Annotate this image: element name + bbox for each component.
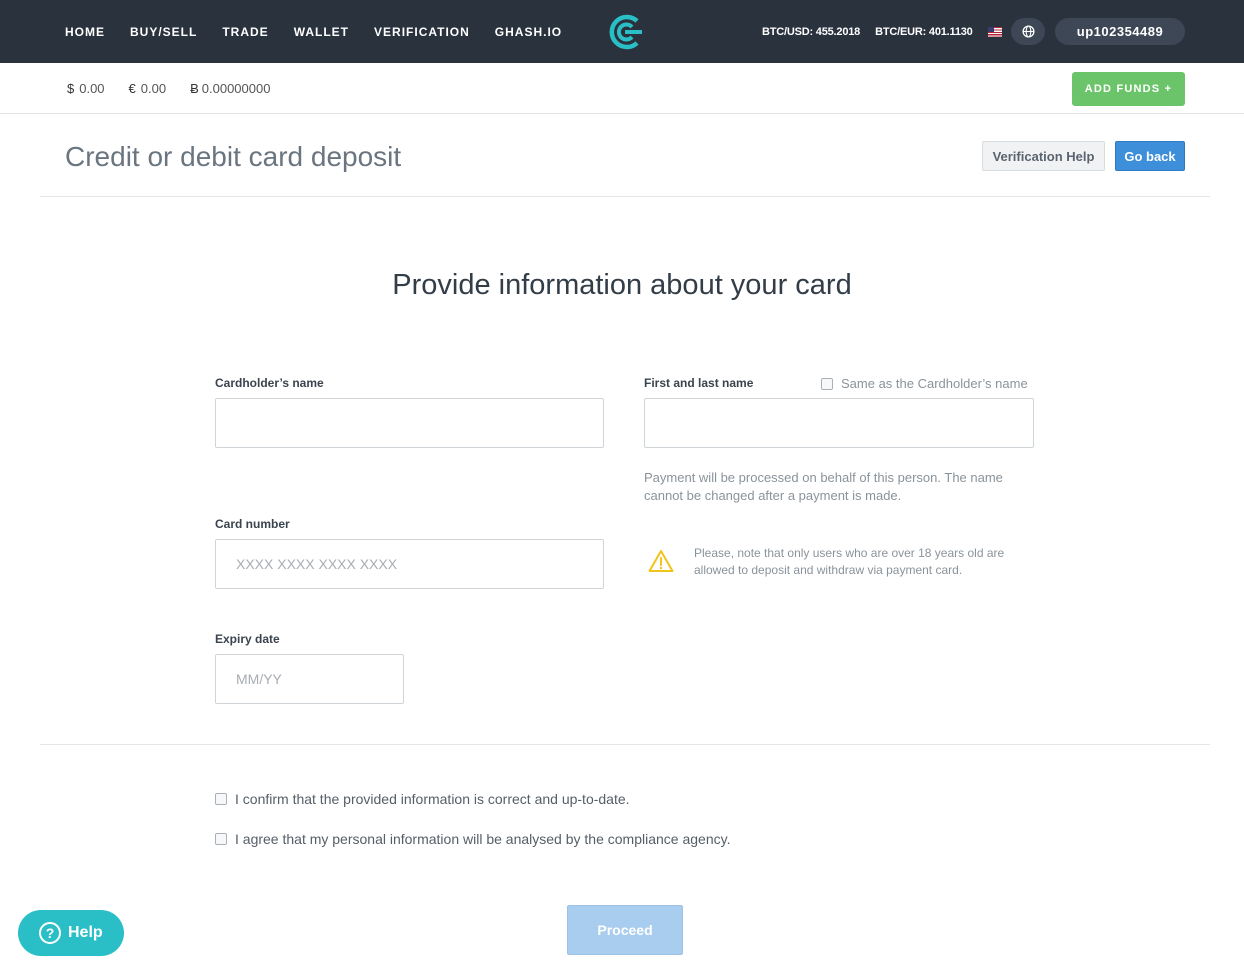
agree-compliance-label: I agree that my personal information wil… (235, 831, 731, 847)
nav-home[interactable]: HOME (65, 25, 105, 39)
eur-symbol: € (128, 80, 136, 96)
form-heading: Provide information about your card (392, 269, 852, 301)
btc-eur-rate: BTC/EUR: 401.1130 (875, 25, 973, 38)
balances-list: $0.00 €0.00 Ƀ 0.00000000 (67, 63, 294, 113)
nav-ghash-io[interactable]: GHASH.IO (495, 25, 562, 39)
same-as-cardholder-label: Same as the Cardholder’s name (841, 376, 1028, 391)
us-flag-icon[interactable] (987, 26, 1002, 37)
confirm-info-label: I confirm that the provided information … (235, 791, 630, 807)
nav-verification[interactable]: VERIFICATION (374, 25, 470, 39)
same-as-cardholder-checkbox[interactable]: Same as the Cardholder’s name (821, 376, 1028, 391)
page-title: Credit or debit card deposit (65, 141, 402, 172)
nav-trade[interactable]: TRADE (222, 25, 268, 39)
question-circle-icon: ? (39, 922, 61, 944)
exchange-rates: BTC/USD: 455.2018 BTC/EUR: 401.1130 (762, 0, 1018, 63)
checkbox-box[interactable] (215, 793, 227, 805)
checkbox-box[interactable] (215, 833, 227, 845)
cex-logo-icon[interactable] (606, 13, 644, 51)
usd-balance-value: 0.00 (79, 80, 105, 96)
verification-help-button[interactable]: Verification Help (982, 141, 1105, 171)
card-number-input[interactable] (215, 539, 604, 589)
usd-symbol: $ (67, 80, 75, 96)
btc-balance: Ƀ 0.00000000 (190, 81, 270, 96)
language-button[interactable] (1011, 18, 1045, 45)
form-divider (40, 744, 1210, 745)
agree-compliance-checkbox[interactable]: I agree that my personal information wil… (215, 831, 730, 847)
warning-triangle-icon (648, 550, 674, 572)
card-number-label: Card number (215, 517, 290, 531)
confirm-info-checkbox[interactable]: I confirm that the provided information … (215, 791, 630, 807)
help-label: Help (68, 924, 103, 941)
first-last-name-input[interactable] (644, 398, 1034, 448)
checkbox-box[interactable] (821, 377, 833, 390)
user-account-button[interactable]: up102354489 (1055, 18, 1185, 45)
expiry-date-input[interactable] (215, 654, 404, 704)
go-back-button[interactable]: Go back (1115, 141, 1185, 171)
age-warning-text: Please, note that only users who are ove… (694, 546, 1005, 577)
cardholder-name-label: Cardholder’s name (215, 376, 324, 390)
balance-bar: $0.00 €0.00 Ƀ 0.00000000 (0, 63, 1244, 114)
help-widget-button[interactable]: ? Help (18, 910, 124, 956)
first-last-name-label: First and last name (644, 376, 754, 390)
eur-balance: €0.00 (129, 81, 167, 96)
nav-wallet[interactable]: WALLET (294, 25, 349, 39)
proceed-button[interactable]: Proceed (567, 905, 683, 955)
expiry-date-label: Expiry date (215, 632, 280, 646)
cardholder-name-input[interactable] (215, 398, 604, 448)
btc-usd-rate: BTC/USD: 455.2018 (762, 25, 861, 38)
nav-buy-sell[interactable]: BUY/SELL (130, 25, 197, 39)
eur-balance-value: 0.00 (140, 80, 167, 96)
add-funds-button[interactable]: ADD FUNDS + (1072, 72, 1185, 106)
header-divider (40, 196, 1210, 197)
main-nav: HOME BUY/SELL TRADE WALLET VERIFICATION … (65, 0, 587, 63)
processing-note: Payment will be processed on behalf of t… (644, 470, 1003, 503)
usd-balance: $0.00 (67, 81, 105, 96)
btc-symbol: Ƀ (190, 80, 199, 96)
globe-icon (1021, 25, 1035, 38)
btc-balance-value: 0.00000000 (201, 80, 271, 96)
top-navigation-bar: HOME BUY/SELL TRADE WALLET VERIFICATION … (0, 0, 1244, 63)
